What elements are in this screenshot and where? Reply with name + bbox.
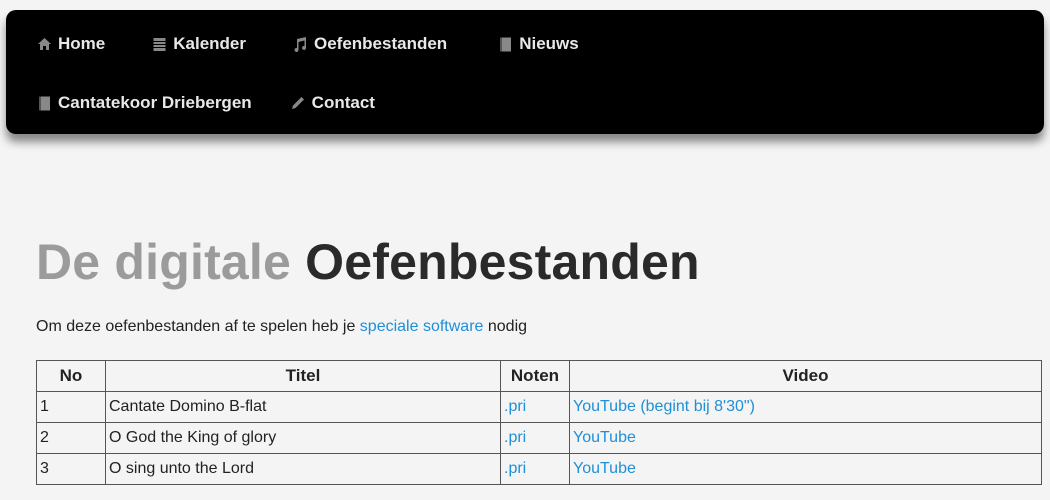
nav-item-label: Home [58,34,106,53]
intro-text: Om deze oefenbestanden af te spelen heb … [36,318,527,336]
nav-item-home[interactable]: Home [36,34,105,54]
video-link[interactable]: YouTube (begint bij 8'30") [573,398,755,415]
cell-no: 3 [36,453,106,485]
video-link[interactable]: YouTube [573,429,636,446]
cell-video: YouTube (begint bij 8'30") [569,391,1042,423]
cell-titel: Cantate Domino B-flat [105,391,501,423]
page-title-light: De digitale [36,234,292,290]
pencil-icon [290,95,306,111]
nav-row-1: Home Kalender Oefenbestanden Nieuws [36,30,579,58]
noten-link[interactable]: .pri [504,398,526,415]
navbar: Home Kalender Oefenbestanden Nieuws Cant… [6,10,1044,134]
calendar-icon [151,36,167,52]
column-header-titel: Titel [105,360,501,392]
video-link[interactable]: YouTube [573,460,636,477]
column-header-noten: Noten [500,360,570,392]
page-title-dark: Oefenbestanden [305,234,700,290]
nav-item-oefenbestanden[interactable]: Oefenbestanden [292,34,447,54]
intro-before: Om deze oefenbestanden af te spelen heb … [36,318,360,335]
cell-noten: .pri [500,422,570,454]
nav-item-kalender[interactable]: Kalender [151,34,246,54]
cell-noten: .pri [500,453,570,485]
cell-no: 1 [36,391,106,423]
table-row: 3 O sing unto the Lord .pri YouTube [36,453,1042,485]
nav-item-cantatekoor[interactable]: Cantatekoor Driebergen [36,93,252,113]
column-header-no: No [36,360,106,392]
column-header-video: Video [569,360,1042,392]
cell-titel: O sing unto the Lord [105,453,501,485]
cell-titel: O God the King of glory [105,422,501,454]
intro-after: nodig [483,318,528,335]
nav-item-label: Kalender [173,34,246,53]
table-row: 1 Cantate Domino B-flat .pri YouTube (be… [36,391,1042,423]
book-icon [497,36,513,52]
table-row: 2 O God the King of glory .pri YouTube [36,422,1042,454]
nav-item-label: Oefenbestanden [313,34,448,53]
book-icon [36,95,52,111]
home-icon [36,36,52,52]
oefenbestanden-table: No Titel Noten Video 1 Cantate Domino B-… [36,360,1042,485]
music-note-icon [292,36,308,52]
nav-item-label: Nieuws [519,34,579,53]
nav-item-label: Contact [311,93,375,112]
noten-link[interactable]: .pri [504,429,526,446]
cell-noten: .pri [500,391,570,423]
nav-item-label: Cantatekoor Driebergen [58,93,252,112]
table-header-row: No Titel Noten Video [36,360,1042,392]
page-title: De digitale Oefenbestanden [36,232,700,292]
cell-video: YouTube [569,422,1042,454]
nav-row-2: Cantatekoor Driebergen Contact [36,89,375,117]
cell-video: YouTube [569,453,1042,485]
cell-no: 2 [36,422,106,454]
nav-item-contact[interactable]: Contact [290,93,375,113]
software-link[interactable]: speciale software [360,318,484,335]
noten-link[interactable]: .pri [504,460,526,477]
nav-item-nieuws[interactable]: Nieuws [497,34,579,54]
